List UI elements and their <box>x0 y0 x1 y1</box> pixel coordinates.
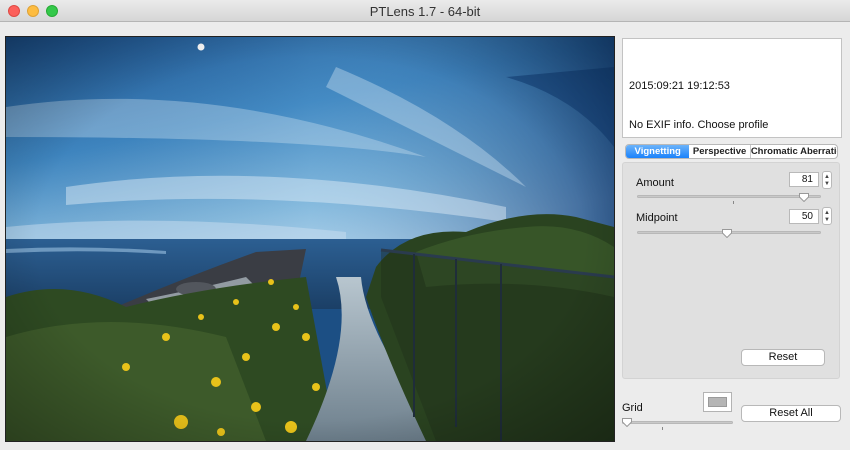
correction-tabs: Vignetting Perspective Chromatic Aberrat… <box>625 144 838 159</box>
reset-button[interactable]: Reset <box>741 349 825 366</box>
tab-chromatic-aberration[interactable]: Chromatic Aberration <box>751 145 837 158</box>
landscape-photo <box>6 37 614 441</box>
image-info-panel: 2015:09:21 19:12:53 No EXIF info. Choose… <box>622 38 842 138</box>
grid-color-chip <box>708 397 727 407</box>
chevron-up-icon: ▲ <box>824 210 830 216</box>
grid-color-swatch[interactable] <box>703 392 732 412</box>
midpoint-label: Midpoint <box>636 212 678 224</box>
title-bar: PTLens 1.7 - 64-bit <box>0 0 850 22</box>
grid-slider-thumb[interactable] <box>622 418 632 427</box>
amount-slider-thumb[interactable] <box>799 193 809 202</box>
midpoint-stepper[interactable]: ▲ ▼ <box>822 207 832 225</box>
grid-slider-track[interactable] <box>622 421 733 424</box>
chevron-up-icon: ▲ <box>824 174 830 180</box>
amount-label: Amount <box>636 177 674 189</box>
exif-message[interactable]: No EXIF info. Choose profile <box>629 119 768 131</box>
image-datetime: 2015:09:21 19:12:53 <box>629 80 730 92</box>
amount-slider-tick <box>733 201 734 204</box>
reset-all-button[interactable]: Reset All <box>741 405 841 422</box>
tab-vignetting[interactable]: Vignetting <box>626 145 690 158</box>
photo-preview[interactable] <box>5 36 615 442</box>
amount-field[interactable]: 81 <box>789 172 819 187</box>
chevron-down-icon: ▼ <box>824 217 830 223</box>
window-title: PTLens 1.7 - 64-bit <box>369 4 481 19</box>
amount-slider-track[interactable] <box>637 195 821 198</box>
midpoint-field[interactable]: 50 <box>789 209 819 224</box>
grid-label: Grid <box>622 402 643 414</box>
amount-stepper[interactable]: ▲ ▼ <box>822 171 832 189</box>
midpoint-slider-thumb[interactable] <box>722 229 732 238</box>
tab-perspective[interactable]: Perspective <box>689 145 751 158</box>
grid-slider-tick <box>662 427 663 430</box>
chevron-down-icon: ▼ <box>824 181 830 187</box>
